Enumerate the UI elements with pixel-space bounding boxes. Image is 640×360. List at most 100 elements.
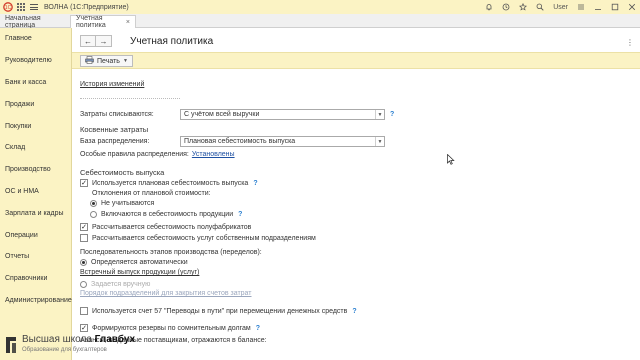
- close-window-icon[interactable]: [628, 3, 636, 11]
- watermark-logo-icon: [6, 337, 16, 353]
- costs-written-row: Затраты списываются: С учётом всей выруч…: [80, 109, 394, 120]
- watermark-title-a: Высшая школа: [22, 334, 92, 345]
- svg-text:1C: 1C: [5, 5, 12, 11]
- history-link[interactable]: История изменений: [80, 81, 144, 88]
- mouse-cursor-icon: [447, 153, 455, 167]
- clipped-divider: [80, 98, 180, 99]
- included-radio[interactable]: [90, 211, 97, 218]
- clipped-row: [80, 97, 190, 99]
- distribution-base-row: База распределения: Плановая себестоимос…: [80, 136, 385, 147]
- user-name[interactable]: User: [553, 4, 568, 11]
- sidebar-item-manager[interactable]: Руководителю: [0, 50, 71, 72]
- own-services-row: Рассчитывается себестоимость услуг собст…: [80, 234, 316, 242]
- more-options-icon[interactable]: ⋮: [626, 38, 634, 47]
- help-icon[interactable]: ?: [390, 111, 394, 118]
- not-considered-row: Не учитываются: [90, 200, 154, 207]
- reserves-checkbox[interactable]: ✓: [80, 324, 88, 332]
- form-toolbar: Печать ▼: [72, 52, 640, 69]
- order-link[interactable]: Порядок подразделений для закрытия счето…: [80, 290, 252, 297]
- close-tab-icon[interactable]: ×: [126, 19, 130, 26]
- watermark-subtitle: Образование для бухгалтеров: [22, 347, 107, 353]
- search-icon[interactable]: [536, 3, 544, 11]
- sidebar-item-warehouse[interactable]: Склад: [0, 137, 71, 159]
- sidebar-item-reports[interactable]: Отчеты: [0, 246, 71, 268]
- sidebar-item-operations[interactable]: Операции: [0, 224, 71, 246]
- account57-checkbox[interactable]: [80, 307, 88, 315]
- printer-icon: [85, 56, 94, 66]
- cost-heading: Себестоимость выпуска: [80, 168, 165, 177]
- distribution-base-label: База распределения:: [80, 138, 150, 145]
- semi-finished-label: Рассчитывается себестоимость полуфабрика…: [92, 223, 252, 231]
- manual-radio[interactable]: [80, 281, 87, 288]
- reserves-label: Формируются резервы по сомнительным долг…: [92, 324, 251, 332]
- tab-bar: Начальная страница Учетная политика ×: [0, 14, 640, 29]
- manual-row: Задается вручную: [80, 281, 150, 288]
- back-button[interactable]: ←: [80, 35, 96, 47]
- print-button[interactable]: Печать ▼: [80, 55, 133, 67]
- own-services-label: Рассчитывается себестоимость услуг собст…: [92, 234, 316, 242]
- included-label: Включаются в себестоимость продукции: [101, 211, 234, 218]
- distribution-base-value: Плановая себестоимость выпуска: [184, 138, 296, 145]
- dropdown-arrow-icon: ▼: [122, 58, 128, 64]
- apps-grid-icon[interactable]: [17, 2, 27, 12]
- chevron-down-icon[interactable]: ▼: [375, 110, 384, 119]
- auto-label: Определяется автоматически: [91, 259, 188, 266]
- main-menu-icon[interactable]: [30, 3, 38, 12]
- help-icon[interactable]: ?: [256, 325, 260, 332]
- auto-row: Определяется автоматически: [80, 259, 188, 266]
- maximize-icon[interactable]: [611, 3, 619, 11]
- watermark: Высшая школа Главбух Образование для бух…: [0, 332, 150, 360]
- planned-cost-checkbox[interactable]: ✓: [80, 179, 88, 187]
- special-rules-row: Особые правила распределения: Установлен…: [80, 151, 235, 158]
- auto-radio[interactable]: [80, 259, 87, 266]
- own-services-checkbox[interactable]: [80, 234, 88, 242]
- 1c-logo-icon: 1C: [2, 1, 14, 13]
- title-bar: 1C ВОЛНА (1С:Предприятие) User: [0, 0, 640, 14]
- print-label: Печать: [97, 57, 120, 65]
- history-icon[interactable]: [502, 3, 510, 11]
- sidebar-item-administration[interactable]: Администрирование: [0, 290, 72, 312]
- planned-cost-label: Используется плановая себестоимость выпу…: [92, 179, 249, 187]
- sidebar-item-bank-cash[interactable]: Банк и касса: [0, 72, 71, 94]
- sidebar-item-main[interactable]: Главное: [0, 28, 71, 50]
- semi-finished-row: ✓ Рассчитывается себестоимость полуфабри…: [80, 223, 251, 231]
- manual-label: Задается вручную: [91, 281, 151, 288]
- sidebar-item-directories[interactable]: Справочники: [0, 268, 71, 290]
- tab-accounting-policy[interactable]: Учетная политика ×: [70, 15, 136, 29]
- special-rules-link[interactable]: Установлены: [192, 151, 235, 158]
- tab-label: Учетная политика: [76, 15, 106, 29]
- deviations-label: Отклонения от плановой стоимости:: [92, 190, 211, 197]
- sidebar-item-fixed-assets[interactable]: ОС и НМА: [0, 181, 71, 203]
- sidebar-item-purchases[interactable]: Покупки: [0, 115, 71, 137]
- counter-release-link[interactable]: Встречный выпуск продукции (услуг): [80, 269, 199, 276]
- help-icon[interactable]: ?: [253, 180, 257, 187]
- indirect-heading: Косвенные затраты: [80, 125, 149, 134]
- favorites-star-icon[interactable]: [519, 3, 528, 11]
- settings-lines-icon[interactable]: [577, 3, 585, 11]
- not-considered-radio[interactable]: [90, 200, 97, 207]
- bell-icon[interactable]: [485, 3, 493, 11]
- watermark-title-b: Главбух: [94, 334, 136, 345]
- main-area: ← → Учетная политика ⋮ Печать ▼ История …: [72, 28, 640, 360]
- semi-finished-checkbox[interactable]: ✓: [80, 223, 88, 231]
- chevron-down-icon[interactable]: ▼: [375, 137, 384, 146]
- account57-row: Используется счет 57 "Переводы в пути" п…: [80, 307, 357, 315]
- watermark-title: Высшая школа Главбух: [22, 334, 135, 345]
- sequence-label: Последовательность этапов производства (…: [80, 249, 262, 256]
- help-icon[interactable]: ?: [238, 211, 242, 218]
- sidebar-item-sales[interactable]: Продажи: [0, 93, 71, 115]
- forward-button[interactable]: →: [96, 35, 112, 47]
- sidebar-item-production[interactable]: Производство: [0, 159, 71, 181]
- tab-home[interactable]: Начальная страница: [0, 15, 70, 29]
- planned-cost-row: ✓ Используется плановая себестоимость вы…: [80, 179, 258, 187]
- minimize-icon[interactable]: [594, 3, 602, 11]
- distribution-base-select[interactable]: Плановая себестоимость выпуска ▼: [180, 136, 385, 147]
- costs-written-select[interactable]: С учётом всей выручки ▼: [180, 109, 385, 120]
- costs-written-label: Затраты списываются:: [80, 111, 154, 118]
- help-icon[interactable]: ?: [352, 308, 356, 315]
- included-row: Включаются в себестоимость продукции ?: [90, 211, 242, 218]
- app-title: ВОЛНА (1С:Предприятие): [44, 3, 129, 11]
- page-title: Учетная политика: [130, 35, 214, 47]
- not-considered-label: Не учитываются: [101, 200, 155, 207]
- sidebar-item-payroll[interactable]: Зарплата и кадры: [0, 202, 71, 224]
